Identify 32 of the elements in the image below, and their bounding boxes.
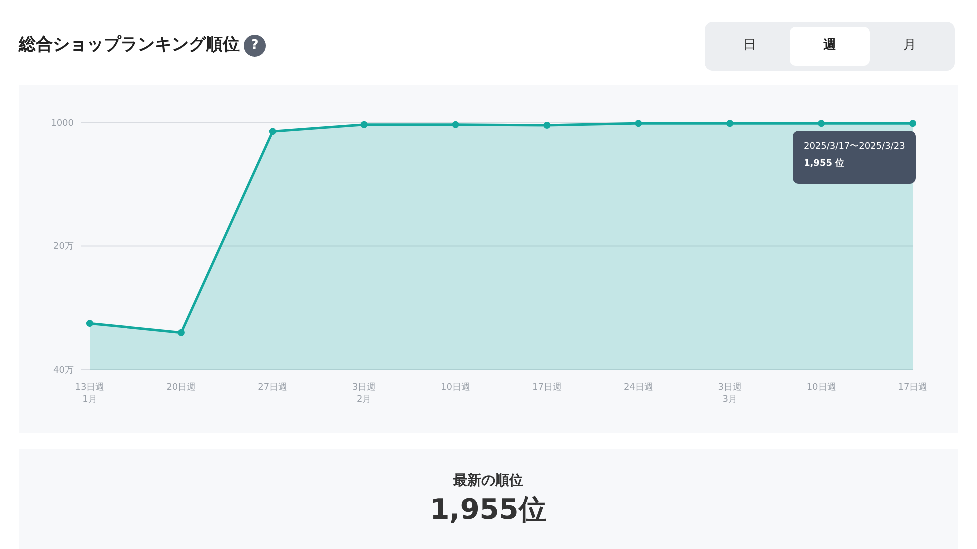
x-axis-label: 20日週	[166, 383, 196, 393]
page-title: 総合ショップランキング順位	[19, 34, 240, 58]
y-axis-label: 20万	[54, 242, 74, 252]
data-point	[635, 120, 642, 128]
data-point	[544, 122, 551, 129]
period-tab[interactable]: 月	[870, 26, 950, 66]
data-point	[910, 120, 916, 128]
tooltip-period: 2025/3/17〜2025/3/23	[804, 141, 906, 154]
x-axis-label: 27日週	[258, 383, 288, 393]
latest-rank-label: 最新の順位	[454, 472, 524, 491]
tooltip-rank: 1,955 位	[804, 158, 845, 171]
data-point	[178, 329, 185, 336]
data-point	[86, 320, 94, 328]
x-axis-label: 24日週	[624, 383, 654, 393]
data-point	[726, 120, 734, 128]
data-point	[360, 121, 368, 128]
y-axis-label: 1000	[51, 119, 74, 129]
x-axis-label: 13日週 1月	[75, 383, 105, 405]
data-point	[269, 128, 276, 136]
help-icon[interactable]: ?	[244, 35, 266, 57]
x-axis-label: 10日週	[441, 383, 470, 393]
x-axis-label: 17日週	[898, 383, 928, 393]
period-tab[interactable]: 日	[710, 26, 790, 66]
data-point	[818, 120, 826, 128]
y-axis-label: 40万	[54, 366, 74, 376]
data-point	[452, 121, 460, 128]
x-axis-label: 3日週 3月	[718, 383, 742, 405]
period-tab[interactable]: 週	[790, 26, 870, 66]
latest-rank-value: 1,955位	[430, 492, 547, 527]
x-axis-label: 3日週 2月	[352, 383, 376, 405]
x-axis-label: 17日週	[532, 383, 562, 393]
x-axis-label: 10日週	[806, 383, 836, 393]
